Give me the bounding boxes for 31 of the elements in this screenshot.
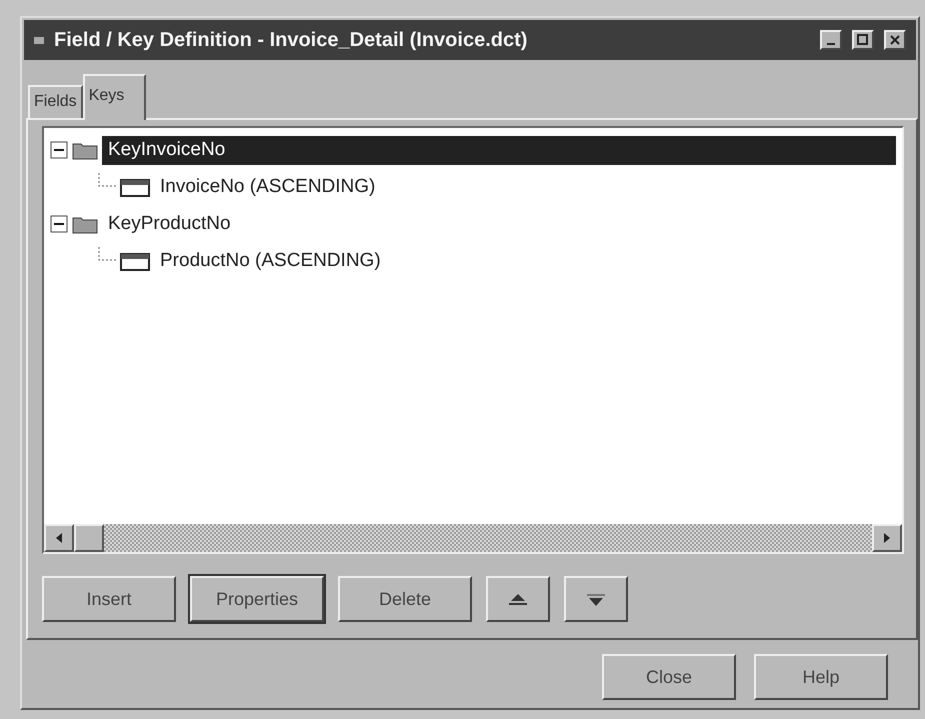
- tree-connector-icon: [98, 247, 116, 261]
- right-arrow-icon: [883, 533, 891, 543]
- up-arrow-icon: [507, 592, 529, 607]
- left-arrow-icon: [55, 533, 63, 543]
- dialog-button[interactable]: Help: [754, 654, 888, 700]
- window-title: Field / Key Definition - Invoice_Detail (Invoice.dct): [54, 28, 528, 53]
- down-arrow-icon: [585, 592, 607, 607]
- dialog-button[interactable]: Close: [602, 654, 736, 700]
- tree-item[interactable]: ProductNo (ASCENDING): [154, 247, 387, 276]
- horizontal-scrollbar[interactable]: [44, 524, 902, 552]
- dialog-button[interactable]: Delete: [338, 576, 472, 622]
- move-down-button[interactable]: [564, 576, 628, 622]
- scroll-thumb[interactable]: [74, 524, 104, 552]
- minimize-icon: [827, 43, 835, 45]
- move-up-button[interactable]: [486, 576, 550, 622]
- minimize-button[interactable]: [820, 30, 842, 50]
- maximize-icon: [857, 34, 869, 46]
- maximize-button[interactable]: [852, 30, 874, 50]
- tree-connector-icon: [98, 173, 116, 187]
- system-menu-icon[interactable]: [34, 36, 44, 44]
- dialog-button[interactable]: Properties: [190, 576, 324, 622]
- tree-item[interactable]: InvoiceNo (ASCENDING): [154, 173, 382, 202]
- close-icon: [890, 35, 900, 45]
- tree-item[interactable]: KeyInvoiceNo: [102, 136, 896, 165]
- tab[interactable]: Keys: [82, 74, 146, 120]
- tab[interactable]: Fields: [28, 85, 83, 118]
- scroll-right-button[interactable]: [872, 524, 902, 552]
- close-button[interactable]: [884, 30, 906, 50]
- scroll-left-button[interactable]: [44, 524, 74, 552]
- dialog-button[interactable]: Insert: [42, 576, 176, 622]
- tree-item[interactable]: KeyProductNo: [102, 210, 237, 239]
